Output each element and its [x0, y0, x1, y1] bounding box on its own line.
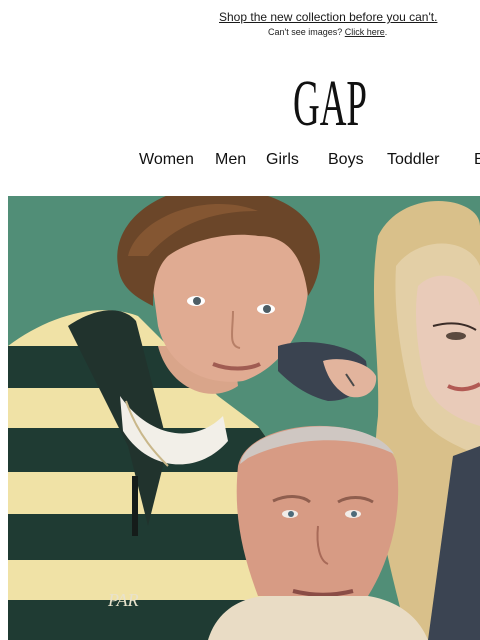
sweater-logo-text: PAR [107, 590, 139, 610]
nav-item-girls[interactable]: Girls [266, 150, 299, 170]
nav-item-baby-partial[interactable]: B [474, 150, 480, 170]
cant-see-images-period: . [384, 27, 388, 37]
polo-zipper [132, 476, 138, 536]
cant-see-images-line: Can't see images? Click here. [268, 27, 387, 38]
gap-logo-text: GAP [293, 70, 367, 128]
nav-item-women[interactable]: Women [139, 150, 194, 170]
nav-item-men[interactable]: Men [215, 150, 246, 170]
nav-item-boys[interactable]: Boys [328, 150, 364, 170]
gap-logo[interactable]: GAP [290, 67, 370, 140]
gap-logo-mark: GAP [293, 67, 367, 140]
click-here-link[interactable]: Click here [345, 27, 385, 37]
hero-illustration: PAR [8, 196, 480, 640]
category-nav: Women Men Girls Boys Toddler B [0, 150, 480, 172]
nav-item-toddler[interactable]: Toddler [387, 150, 439, 170]
hero-image[interactable]: PAR [8, 196, 480, 640]
cant-see-images-text: Can't see images? [268, 27, 343, 37]
shop-new-collection-link[interactable]: Shop the new collection before you can't… [219, 10, 437, 24]
